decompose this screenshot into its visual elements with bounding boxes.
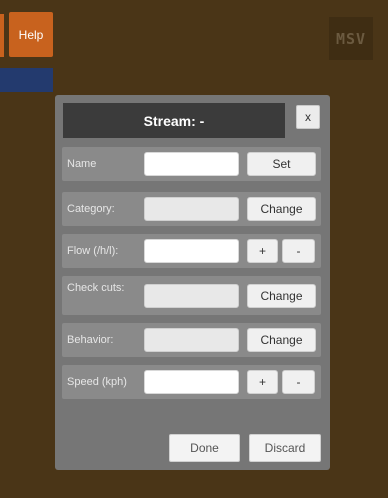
done-button[interactable]: Done [169, 434, 240, 462]
speed-decrement-button[interactable]: - [282, 370, 315, 394]
category-field [144, 197, 239, 221]
flow-increment-button[interactable]: + [247, 239, 278, 263]
close-button[interactable]: x [296, 105, 320, 129]
speed-increment-button[interactable]: + [247, 370, 278, 394]
flow-decrement-button[interactable]: - [282, 239, 315, 263]
change-behavior-button[interactable]: Change [247, 328, 316, 352]
change-category-button[interactable]: Change [247, 197, 316, 221]
check-cuts-field [144, 284, 239, 308]
speed-input[interactable] [144, 370, 239, 394]
stream-dialog: Stream: - x Name Set Category: Change Fl… [55, 95, 330, 470]
flow-row: Flow (/h/l): + - [62, 234, 321, 268]
set-name-button[interactable]: Set [247, 152, 316, 176]
name-label: Name [67, 158, 97, 170]
name-input[interactable] [144, 152, 239, 176]
dialog-title: Stream: - [63, 103, 285, 138]
check-cuts-label: Check cuts: [67, 282, 125, 294]
app-logo: MSV [329, 17, 373, 60]
category-row: Category: Change [62, 192, 321, 226]
flow-label: Flow (/h/l): [67, 245, 119, 257]
check-cuts-row: Check cuts: Change [62, 276, 321, 315]
behavior-field [144, 328, 239, 352]
flow-input[interactable] [144, 239, 239, 263]
speed-row: Speed (kph) + - [62, 365, 321, 399]
help-button[interactable]: Help [9, 12, 53, 57]
name-row: Name Set [62, 147, 321, 181]
blue-status-bar [0, 68, 53, 92]
behavior-row: Behavior: Change [62, 323, 321, 357]
change-check-cuts-button[interactable]: Change [247, 284, 316, 308]
orange-menu-button[interactable] [0, 14, 4, 57]
speed-label: Speed (kph) [67, 376, 127, 388]
category-label: Category: [67, 203, 115, 215]
behavior-label: Behavior: [67, 334, 114, 346]
discard-button[interactable]: Discard [249, 434, 321, 462]
